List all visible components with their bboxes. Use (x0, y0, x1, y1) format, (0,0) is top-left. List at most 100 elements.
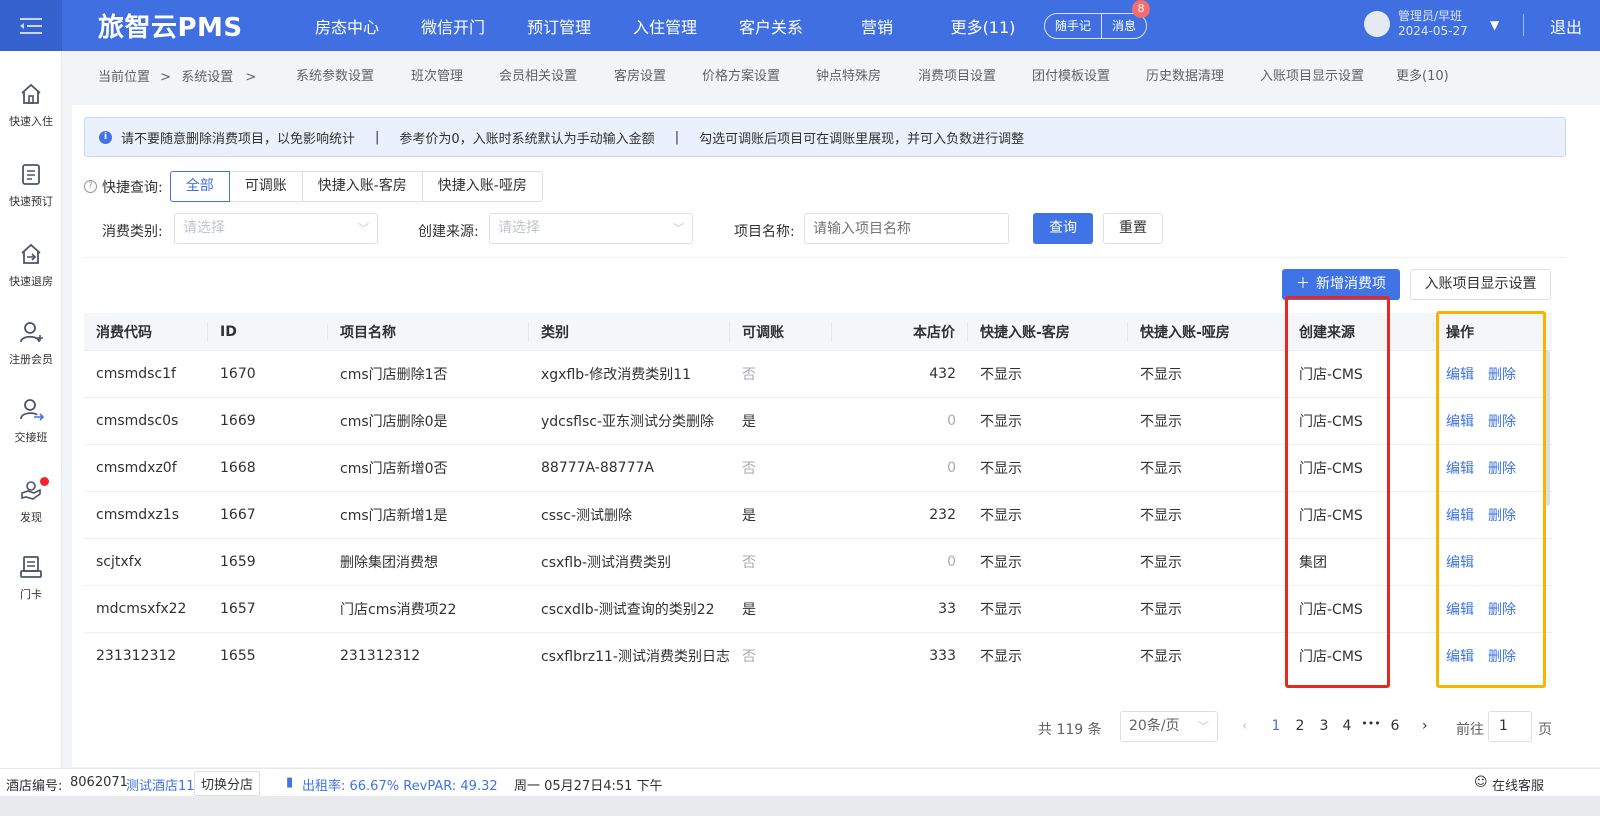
column-header-id: ID (208, 323, 328, 340)
chevron-down-icon: ﹀ (1198, 720, 1209, 733)
page-size-value: 20条/页 (1129, 718, 1180, 734)
subnav-history-cleanup[interactable]: 历史数据清理 (1146, 65, 1224, 84)
page-number[interactable]: 4 (1336, 710, 1358, 742)
sidebar-item-shift-handover[interactable]: 交接班 (0, 397, 62, 445)
alert-separator: | (375, 129, 380, 145)
page-number[interactable]: 2 (1289, 710, 1311, 742)
help-icon[interactable]: ? (84, 180, 97, 193)
cell-id: 1655 (220, 648, 256, 664)
sidebar-item-quick-checkout[interactable]: 快速退房 (0, 241, 62, 289)
subnav-hourly-rooms[interactable]: 钟点特殊房 (816, 65, 881, 84)
chevron-down-icon: ﹀ (673, 222, 684, 235)
column-header-quick-dummy: 快捷入账-哑房 (1128, 321, 1287, 342)
cell-name: cms门店新增1是 (340, 508, 448, 524)
status-bar: 酒店编号: 8062071 测试酒店11 切换分店 ▮ 出租率: 66.67% … (0, 768, 1600, 796)
nav-wechat-door[interactable]: 微信开门 (400, 14, 506, 38)
subnav-shift-management[interactable]: 班次管理 (411, 65, 463, 84)
cell-price: 0 (947, 554, 956, 570)
home-exit-icon (21, 243, 41, 264)
sidebar-item-label: 快速入住 (9, 115, 53, 128)
subnav-room-settings[interactable]: 客房设置 (614, 65, 666, 84)
nav-more[interactable]: 更多(11) (930, 14, 1036, 38)
page-number[interactable]: 3 (1313, 710, 1335, 742)
chevron-down-icon: ﹀ (358, 222, 369, 235)
cell-adjustable: 否 (742, 367, 756, 383)
cell-quick-dummy: 不显示 (1140, 414, 1182, 430)
subnav-price-plan[interactable]: 价格方案设置 (702, 65, 780, 84)
cell-name: cms门店删除0是 (340, 414, 448, 430)
subnav-system-params[interactable]: 系统参数设置 (296, 65, 374, 84)
category-select[interactable]: 请选择 ﹀ (174, 213, 378, 244)
reset-button[interactable]: 重置 (1103, 213, 1163, 244)
cell-category: 88777A-88777A (541, 460, 654, 476)
user-menu[interactable]: 管理员/早班 2024-05-27 (1364, 9, 1468, 39)
more-pages-icon[interactable]: ••• (1360, 708, 1382, 740)
sidebar-item-label: 交接班 (14, 431, 48, 444)
cell-price: 333 (929, 648, 956, 664)
goto-page-input[interactable]: 1 (1488, 711, 1532, 742)
nav-checkin[interactable]: 入住管理 (612, 14, 718, 38)
nav-crm[interactable]: 客户关系 (718, 14, 824, 38)
cell-category: ydcsflsc-亚东测试分类删除 (541, 414, 715, 430)
cell-price: 0 (947, 460, 956, 476)
cell-quick-dummy: 不显示 (1140, 649, 1182, 665)
add-button-label: 新增消费项 (1316, 276, 1386, 292)
cell-quick-room: 不显示 (980, 555, 1022, 571)
cell-quick-dummy: 不显示 (1140, 367, 1182, 383)
subnav-member-settings[interactable]: 会员相关设置 (499, 65, 577, 84)
nav-marketing[interactable]: 营销 (824, 14, 930, 38)
page-unit-label: 页 (1538, 722, 1552, 738)
page-size-select[interactable]: 20条/页 ﹀ (1120, 711, 1218, 742)
quick-query-tabs: 全部 可调账 快捷入账-客房 快捷入账-哑房 (169, 171, 543, 202)
message-count-badge: 8 (1132, 0, 1151, 18)
item-name-input[interactable] (804, 213, 1009, 244)
subnav-group-pay-template[interactable]: 团付模板设置 (1032, 65, 1110, 84)
source-select[interactable]: 请选择 ﹀ (489, 213, 693, 244)
cell-price: 232 (929, 507, 956, 523)
notes-button[interactable]: 随手记 (1045, 14, 1101, 38)
subnav-consumption-items[interactable]: 消费项目设置 (918, 65, 996, 84)
page-number[interactable]: 6 (1384, 710, 1406, 742)
cell-adjustable: 否 (742, 461, 756, 477)
page-number[interactable]: 1 (1265, 710, 1287, 742)
online-service-link[interactable]: 在线客服 (1492, 775, 1544, 794)
sidebar-item-door-card[interactable]: 门卡 (0, 554, 62, 602)
cell-adjustable: 否 (742, 555, 756, 571)
breadcrumb-page[interactable]: 系统设置 (181, 70, 233, 85)
cell-adjustable: 是 (742, 602, 756, 618)
tab-quick-post-room[interactable]: 快捷入账-客房 (301, 171, 423, 202)
cell-code: cmsmdsc0s (96, 413, 179, 429)
sidebar-item-quick-checkin[interactable]: 快速入住 (0, 81, 62, 129)
cell-adjustable: 是 (742, 508, 756, 524)
brand-logo: 旅智云PMS (98, 13, 243, 43)
breadcrumb: 当前位置 > 系统设置 > (98, 66, 256, 85)
nav-booking[interactable]: 预订管理 (506, 14, 612, 38)
top-nav: 房态中心 微信开门 预订管理 入住管理 客户关系 营销 更多(11) (294, 14, 1036, 38)
subnav-posting-display[interactable]: 入账项目显示设置 (1260, 65, 1364, 84)
hotel-name[interactable]: 测试酒店11 (126, 775, 195, 794)
tab-adjustable[interactable]: 可调账 (228, 171, 303, 202)
logout-button[interactable]: 退出 (1550, 14, 1582, 38)
alert-separator: | (674, 129, 680, 145)
sidebar-item-discover[interactable]: 发现 (0, 477, 62, 525)
cell-id: 1670 (220, 366, 256, 382)
occupancy-stats: 出租率: 66.67% RevPAR: 49.32 (302, 779, 498, 794)
nav-room-status[interactable]: 房态中心 (294, 14, 400, 38)
cell-price: 33 (938, 601, 956, 617)
tab-quick-post-dummy-room[interactable]: 快捷入账-哑房 (421, 171, 543, 202)
sidebar-item-register-member[interactable]: 注册会员 (0, 319, 62, 367)
menu-fold-icon[interactable] (0, 0, 62, 51)
next-page-icon[interactable]: › (1422, 718, 1428, 734)
posting-display-settings-button[interactable]: 入账项目显示设置 (1410, 269, 1551, 300)
caret-down-icon[interactable]: ▼ (1490, 18, 1499, 32)
query-button[interactable]: 查询 (1033, 213, 1093, 244)
prev-page-icon[interactable]: ‹ (1242, 718, 1248, 734)
breadcrumb-current-label: 当前位置 (98, 70, 151, 85)
subnav-more[interactable]: 更多(10) (1396, 65, 1449, 84)
quick-query-label: 快捷查询: (102, 179, 163, 196)
switch-branch-button[interactable]: 切换分店 (194, 771, 261, 796)
tab-all[interactable]: 全部 (169, 171, 230, 202)
column-header-quick-room: 快捷入账-客房 (968, 321, 1128, 342)
messages-button[interactable]: 消息 8 (1101, 0, 1151, 38)
sidebar-item-quick-booking[interactable]: 快速预订 (0, 161, 62, 209)
